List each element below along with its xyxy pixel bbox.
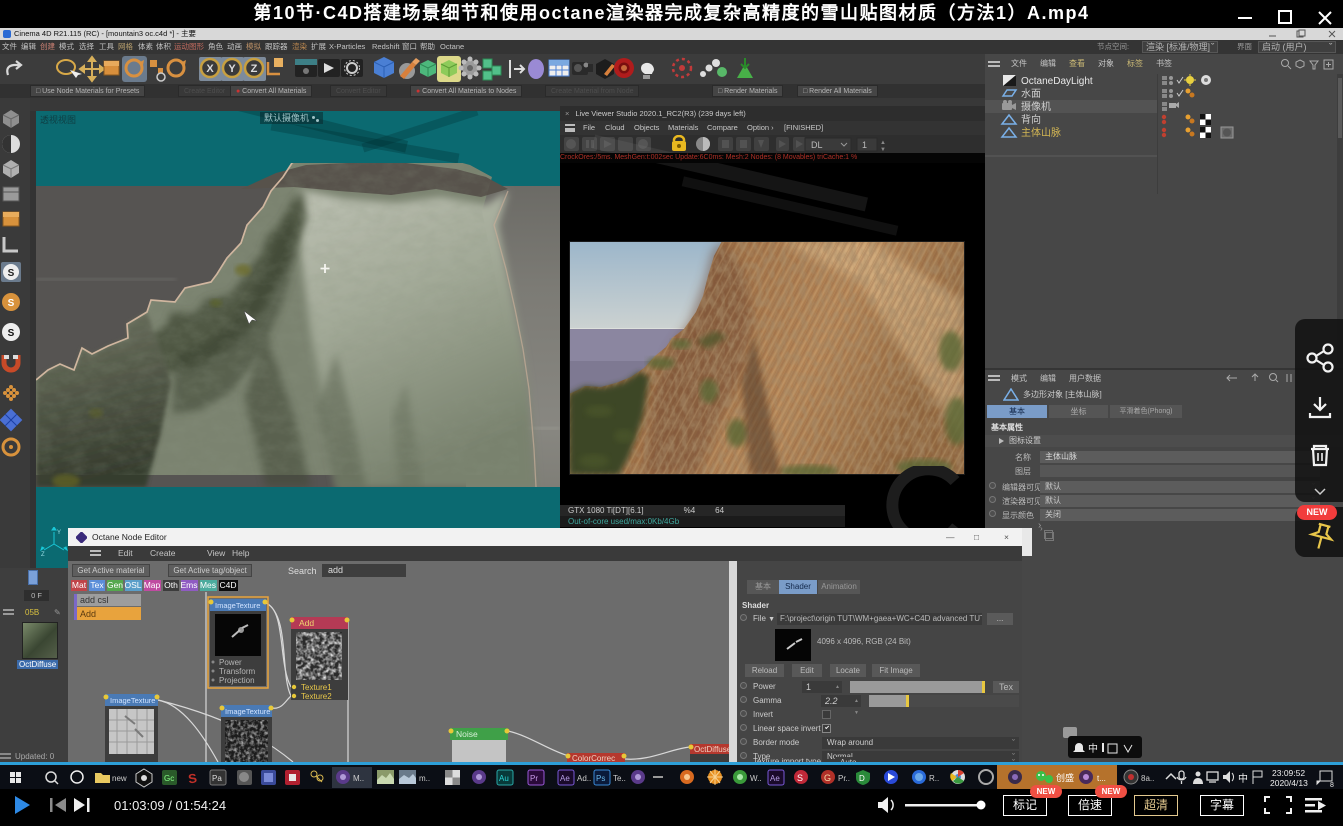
svg-text:OctaneDayLight: OctaneDayLight	[1021, 76, 1093, 87]
svg-text:S: S	[8, 298, 15, 309]
svg-text:ColorCorrec: ColorCorrec	[572, 754, 615, 762]
svg-text:S: S	[8, 268, 15, 279]
svg-text:m..: m..	[419, 774, 430, 783]
svg-text:D: D	[859, 774, 865, 783]
svg-text:Au: Au	[499, 774, 509, 783]
svg-text:Oth: Oth	[164, 580, 178, 590]
svg-text:Y: Y	[228, 63, 236, 75]
svg-text:Add: Add	[299, 618, 314, 628]
svg-text:Ad..: Ad..	[577, 774, 591, 783]
svg-text:OSL: OSL	[124, 580, 141, 590]
svg-text:Tex: Tex	[90, 580, 104, 590]
svg-text:W..: W..	[750, 774, 762, 783]
svg-text:Mat: Mat	[72, 580, 87, 590]
svg-text:主体山脉: 主体山脉	[1021, 126, 1061, 139]
svg-text:Mes: Mes	[200, 580, 216, 590]
svg-text:Noise: Noise	[456, 729, 478, 739]
svg-text:S: S	[8, 328, 15, 339]
svg-text:8a..: 8a..	[1141, 774, 1154, 783]
svg-text:创盛: 创盛	[1056, 772, 1074, 783]
svg-text:G: G	[824, 773, 831, 783]
svg-text:t...: t...	[1097, 774, 1106, 783]
svg-text:Map: Map	[144, 580, 161, 590]
svg-text:Gen: Gen	[107, 580, 123, 590]
svg-text:Z: Z	[41, 552, 45, 558]
svg-text:ImageTexture: ImageTexture	[225, 707, 270, 716]
svg-text:Z: Z	[251, 63, 258, 75]
svg-text:Pr: Pr	[530, 774, 538, 783]
svg-text:背向: 背向	[1021, 113, 1041, 126]
svg-text:Ae: Ae	[770, 774, 780, 783]
svg-text:Te..: Te..	[613, 774, 626, 783]
svg-text:Pa: Pa	[212, 774, 222, 783]
svg-text:new: new	[112, 774, 127, 783]
svg-text:▲: ▲	[880, 140, 886, 146]
svg-text:Projection: Projection	[219, 676, 255, 685]
svg-text:8: 8	[1330, 782, 1334, 789]
svg-text:2020/4/13: 2020/4/13	[1270, 778, 1308, 788]
svg-text:C4D: C4D	[219, 580, 236, 590]
svg-text:DL: DL	[811, 140, 823, 150]
svg-text:Add: Add	[80, 609, 96, 619]
svg-text:23:09:52: 23:09:52	[1272, 768, 1305, 778]
svg-text:Gc: Gc	[164, 774, 174, 783]
svg-text:01:03:09 / 01:54:24: 01:03:09 / 01:54:24	[114, 798, 226, 813]
svg-text:Y: Y	[57, 530, 61, 536]
svg-text:Ae: Ae	[560, 774, 570, 783]
svg-text:add csl: add csl	[80, 595, 109, 605]
svg-text:水面: 水面	[1021, 88, 1041, 100]
svg-text:Texture2: Texture2	[301, 692, 332, 701]
svg-text:M..: M..	[353, 774, 364, 783]
svg-text:Transform: Transform	[219, 667, 255, 676]
svg-text:R..: R..	[929, 774, 939, 783]
svg-text:摄像机: 摄像机	[1021, 100, 1051, 113]
svg-text:中: 中	[1088, 742, 1098, 755]
svg-text:Texture1: Texture1	[301, 683, 332, 692]
svg-text:中: 中	[1238, 772, 1248, 785]
svg-text:ImageTexture: ImageTexture	[215, 601, 260, 610]
svg-text:S: S	[187, 770, 198, 786]
svg-text:1: 1	[862, 140, 867, 150]
svg-text:X: X	[206, 63, 214, 75]
svg-text:Power: Power	[219, 658, 242, 667]
svg-text:Pr..: Pr..	[838, 774, 850, 783]
svg-text:Ems: Ems	[181, 580, 198, 590]
svg-text:ImageTexture: ImageTexture	[110, 696, 155, 705]
svg-text:S: S	[797, 773, 803, 783]
svg-text:Ps: Ps	[596, 774, 605, 783]
